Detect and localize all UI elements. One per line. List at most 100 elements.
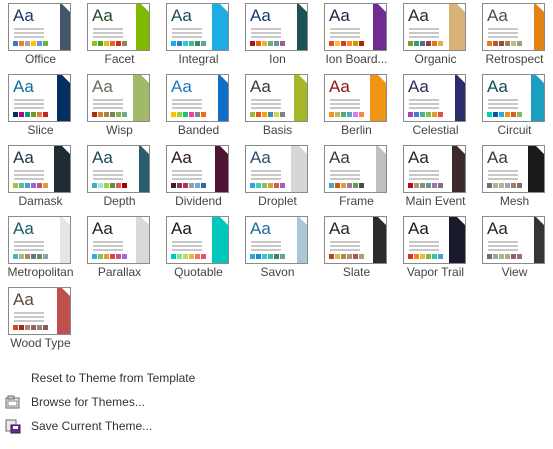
theme-tile[interactable]: Aa Main Event [396, 142, 475, 212]
theme-tile[interactable]: Aa Celestial [396, 71, 475, 141]
color-swatch [432, 112, 437, 117]
theme-preview: Aa [403, 145, 466, 193]
theme-color-swatches [92, 183, 127, 188]
theme-preview: Aa [166, 74, 229, 122]
theme-sample-text: Aa [13, 290, 34, 309]
color-swatch [250, 254, 255, 259]
color-swatch [37, 325, 42, 330]
theme-tile[interactable]: Aa Mesh [475, 142, 553, 212]
theme-name: Office [24, 52, 57, 66]
theme-tile[interactable]: Aa Ion [238, 0, 317, 70]
color-swatch [329, 183, 334, 188]
theme-tile[interactable]: Aa Depth [80, 142, 159, 212]
theme-tile[interactable]: Aa Wisp [80, 71, 159, 141]
theme-color-swatches [92, 254, 127, 259]
color-swatch [341, 254, 346, 259]
page-fold [62, 288, 70, 296]
color-swatch [25, 112, 30, 117]
theme-tile[interactable]: Aa Slate [317, 213, 396, 283]
theme-sample-text: Aa [13, 6, 34, 25]
theme-tile[interactable]: Aa Droplet [238, 142, 317, 212]
theme-tile[interactable]: Aa Wood Type [1, 284, 80, 354]
theme-tile[interactable]: Aa Ion Board... [317, 0, 396, 70]
theme-tile[interactable]: Aa Dividend [159, 142, 238, 212]
theme-text-lines [330, 99, 360, 111]
theme-name: Wisp [106, 123, 133, 137]
reset-theme-menu-item[interactable]: Reset to Theme from Template [0, 367, 553, 389]
theme-sample-text: Aa [171, 219, 192, 238]
theme-sample-text: Aa [92, 6, 113, 25]
theme-tile[interactable]: Aa Integral [159, 0, 238, 70]
theme-tile[interactable]: Aa Vapor Trail [396, 213, 475, 283]
color-swatch [92, 41, 97, 46]
color-swatch [359, 41, 364, 46]
color-swatch [408, 183, 413, 188]
color-swatch [359, 254, 364, 259]
color-swatch [13, 41, 18, 46]
theme-name: Damask [18, 194, 63, 208]
color-swatch [426, 254, 431, 259]
theme-tile[interactable]: Aa Metropolitan [1, 213, 80, 283]
theme-tile[interactable]: Aa Savon [238, 213, 317, 283]
theme-color-swatches [329, 41, 364, 46]
color-swatch [256, 41, 261, 46]
color-swatch [31, 325, 36, 330]
color-swatch [19, 254, 24, 259]
theme-tile[interactable]: Aa Frame [317, 142, 396, 212]
color-swatch [13, 254, 18, 259]
theme-tile[interactable]: Aa Office [1, 0, 80, 70]
theme-color-swatches [13, 41, 48, 46]
theme-sample-text: Aa [329, 6, 350, 25]
color-swatch [420, 41, 425, 46]
theme-tile[interactable]: Aa Retrospect [475, 0, 553, 70]
color-swatch [335, 254, 340, 259]
page-fold [62, 4, 70, 12]
theme-color-swatches [487, 112, 522, 117]
browse-themes-menu-item[interactable]: Browse for Themes... [0, 391, 553, 413]
theme-tile[interactable]: Aa Basis [238, 71, 317, 141]
color-swatch [268, 183, 273, 188]
theme-sample-text: Aa [250, 219, 271, 238]
theme-tile[interactable]: Aa Damask [1, 142, 80, 212]
theme-sample-text: Aa [250, 6, 271, 25]
theme-preview: Aa [8, 216, 71, 264]
theme-tile[interactable]: Aa Facet [80, 0, 159, 70]
theme-sample-text: Aa [408, 219, 429, 238]
theme-tile[interactable]: Aa Circuit [475, 71, 553, 141]
color-swatch [438, 41, 443, 46]
reset-theme-label: Reset to Theme from Template [31, 371, 196, 385]
theme-name: View [501, 265, 528, 279]
theme-color-swatches [487, 254, 522, 259]
color-swatch [359, 112, 364, 117]
theme-sample-text: Aa [171, 77, 192, 96]
page-fold [220, 75, 228, 83]
color-swatch [25, 183, 30, 188]
color-swatch [250, 183, 255, 188]
theme-tile[interactable]: Aa Organic [396, 0, 475, 70]
color-swatch [347, 41, 352, 46]
theme-tile[interactable]: Aa Parallax [80, 213, 159, 283]
theme-color-swatches [250, 254, 285, 259]
theme-name: Ion Board... [325, 52, 388, 66]
color-swatch [268, 41, 273, 46]
theme-tile[interactable]: Aa Berlin [317, 71, 396, 141]
theme-tile[interactable]: Aa Banded [159, 71, 238, 141]
theme-name: Organic [414, 52, 457, 66]
save-theme-menu-item[interactable]: Save Current Theme... [0, 415, 553, 437]
theme-tile[interactable]: Aa Slice [1, 71, 80, 141]
theme-text-lines [251, 241, 281, 253]
theme-sample-text: Aa [171, 148, 192, 167]
theme-tile[interactable]: Aa View [475, 213, 553, 283]
color-swatch [262, 41, 267, 46]
theme-preview: Aa [245, 145, 308, 193]
theme-tile[interactable]: Aa Quotable [159, 213, 238, 283]
theme-text-lines [251, 170, 281, 182]
theme-color-swatches [13, 325, 48, 330]
page-fold [141, 217, 149, 225]
color-swatch [13, 325, 18, 330]
theme-text-lines [93, 99, 123, 111]
color-swatch [353, 183, 358, 188]
color-swatch [414, 41, 419, 46]
color-swatch [353, 41, 358, 46]
color-swatch [517, 112, 522, 117]
